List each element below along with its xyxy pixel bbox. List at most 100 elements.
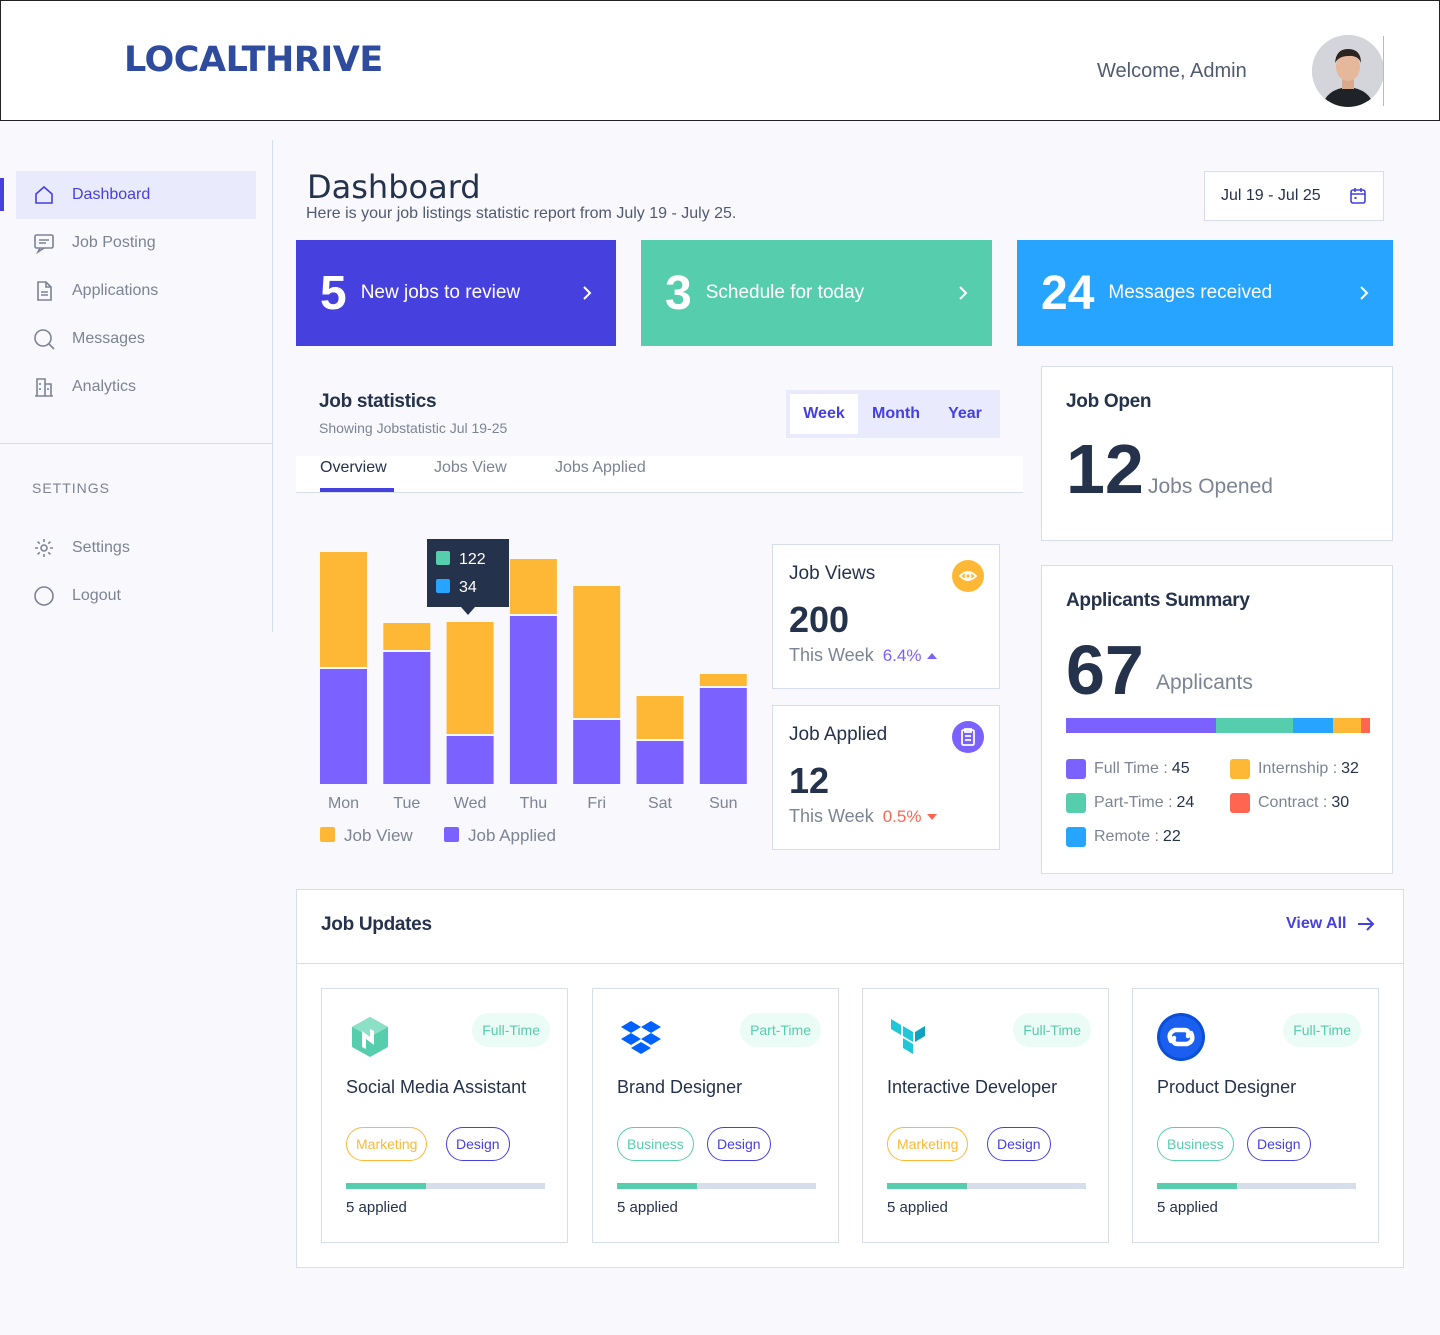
tooltip-swatch bbox=[436, 579, 450, 593]
gear-icon bbox=[35, 539, 53, 557]
sidebar-item-messages[interactable]: Messages bbox=[16, 315, 256, 363]
applied-progress-fill bbox=[1157, 1183, 1237, 1189]
tooltip-value-applied: 34 bbox=[459, 579, 477, 596]
view-all-label: View All bbox=[1286, 915, 1347, 932]
stat-card-new-jobs[interactable]: 5 New jobs to review bbox=[296, 240, 616, 346]
tag-business: Business bbox=[617, 1127, 694, 1161]
sidebar-item-label: Job Posting bbox=[72, 234, 156, 251]
date-range-label: Jul 19 - Jul 25 bbox=[1221, 187, 1321, 204]
view-all-link[interactable]: View All bbox=[1286, 915, 1376, 933]
range-year[interactable]: Year bbox=[934, 394, 996, 434]
applicants-summary-title: Applicants Summary bbox=[1066, 590, 1250, 611]
avatar[interactable] bbox=[1312, 35, 1384, 107]
legend-swatch bbox=[320, 827, 335, 842]
nomad-logo-icon bbox=[352, 1017, 388, 1057]
tab-jobs-view[interactable]: Jobs View bbox=[434, 459, 507, 477]
sidebar-item-job-posting[interactable]: Job Posting bbox=[16, 219, 256, 267]
stat-label: Messages received bbox=[1108, 282, 1273, 303]
job-updates-title: Job Updates bbox=[321, 914, 432, 935]
bar-job-applied bbox=[383, 652, 431, 784]
arrow-up-icon bbox=[927, 653, 938, 659]
message-icon bbox=[34, 234, 54, 254]
job-card-product-designer[interactable]: Full-Time Product Designer Business Desi… bbox=[1132, 988, 1379, 1243]
legend-part-time: Part-Time :24 bbox=[1066, 793, 1194, 813]
sidebar-item-logout[interactable]: Logout bbox=[16, 572, 256, 620]
legend-label: Job Applied bbox=[468, 826, 556, 845]
sidebar-item-label: Applications bbox=[72, 282, 159, 299]
legend-swatch bbox=[1066, 793, 1086, 813]
active-tab-underline bbox=[320, 488, 394, 492]
x-tick-label: Tue bbox=[393, 795, 420, 812]
app-logo[interactable]: LOCALTHRIVE bbox=[124, 40, 383, 80]
job-applied-card: Job Applied 12 This Week 0.5% bbox=[772, 705, 1000, 850]
job-title: Interactive Developer bbox=[887, 1077, 1058, 1097]
job-views-title: Job Views bbox=[789, 563, 876, 584]
sidebar-item-label: Dashboard bbox=[72, 186, 151, 203]
job-card-social-media-assistant[interactable]: Full-Time Social Media Assistant Marketi… bbox=[321, 988, 568, 1243]
range-week[interactable]: Week bbox=[790, 394, 858, 434]
segment-internship bbox=[1333, 718, 1361, 733]
job-views-change-row: This Week 6.4% bbox=[789, 645, 938, 666]
job-applied-change-row: This Week 0.5% bbox=[789, 806, 938, 827]
bar-job-applied bbox=[636, 741, 684, 784]
tag-marketing: Marketing bbox=[346, 1127, 428, 1161]
job-statistics-subtitle: Showing Jobstatistic Jul 19-25 bbox=[319, 420, 508, 436]
tag-design: Design bbox=[446, 1127, 510, 1161]
tag-design: Design bbox=[707, 1127, 771, 1161]
job-title: Product Designer bbox=[1157, 1077, 1297, 1097]
job-applied-change: 0.5% bbox=[882, 807, 922, 826]
job-title: Brand Designer bbox=[617, 1077, 743, 1097]
stat-card-messages[interactable]: 24 Messages received bbox=[1017, 240, 1393, 346]
legend-full-time: Full Time :45 bbox=[1066, 759, 1190, 779]
stat-label: Schedule for today bbox=[705, 282, 865, 303]
sidebar-item-label: Messages bbox=[72, 330, 145, 347]
bar-job-applied bbox=[446, 736, 494, 784]
terraform-logo-icon bbox=[891, 1019, 925, 1054]
job-card-brand-designer[interactable]: Part-Time Brand Designer Business Design… bbox=[592, 988, 839, 1243]
stat-card-schedule[interactable]: 3 Schedule for today bbox=[641, 240, 992, 346]
chevron-right-icon bbox=[583, 286, 592, 300]
range-month[interactable]: Month bbox=[862, 394, 930, 434]
bar-job-applied bbox=[573, 720, 621, 784]
x-tick-label: Wed bbox=[454, 795, 487, 812]
sidebar-item-label: Settings bbox=[72, 539, 130, 556]
legend-value: 45 bbox=[1171, 760, 1190, 777]
applied-progress bbox=[617, 1183, 816, 1189]
segment-contract bbox=[1361, 718, 1370, 733]
tag-marketing: Marketing bbox=[887, 1127, 969, 1161]
job-open-card: Job Open 12 Jobs Opened bbox=[1041, 366, 1393, 541]
stat-number: 5 bbox=[320, 266, 347, 320]
segment-part-time bbox=[1216, 718, 1293, 733]
job-views-change: 6.4% bbox=[882, 646, 922, 665]
legend-swatch bbox=[1230, 759, 1250, 779]
applied-progress bbox=[346, 1183, 545, 1189]
job-views-value: 200 bbox=[789, 599, 850, 640]
sidebar-item-settings[interactable]: Settings bbox=[16, 524, 256, 572]
tab-jobs-applied[interactable]: Jobs Applied bbox=[555, 459, 646, 477]
clipboard-icon bbox=[952, 721, 984, 753]
stat-label: New jobs to review bbox=[360, 282, 521, 303]
sidebar-item-dashboard[interactable]: Dashboard bbox=[16, 171, 256, 219]
bar-job-view bbox=[699, 674, 747, 686]
bar-job-view bbox=[446, 622, 494, 734]
job-type-badge: Full-Time bbox=[1013, 1013, 1091, 1047]
applicants-value: 67 bbox=[1066, 631, 1144, 709]
applied-progress-fill bbox=[617, 1183, 697, 1189]
date-range-picker[interactable]: Jul 19 - Jul 25 bbox=[1204, 171, 1384, 221]
job-card-interactive-developer[interactable]: Full-Time Interactive Developer Marketin… bbox=[862, 988, 1109, 1243]
sidebar-item-applications[interactable]: Applications bbox=[16, 267, 256, 315]
tab-overview[interactable]: Overview bbox=[320, 459, 387, 477]
building-icon bbox=[35, 378, 53, 397]
tag-design: Design bbox=[1247, 1127, 1311, 1161]
sidebar-item-analytics[interactable]: Analytics bbox=[16, 363, 256, 411]
applicants-summary-card: Applicants Summary 67 Applicants Full Ti… bbox=[1041, 565, 1393, 874]
stat-number: 24 bbox=[1041, 266, 1095, 320]
job-type-badge: Part-Time bbox=[740, 1013, 821, 1047]
bar-job-view bbox=[509, 559, 557, 614]
applied-progress bbox=[1157, 1183, 1356, 1189]
job-open-label: Jobs Opened bbox=[1148, 475, 1273, 498]
bar-job-view bbox=[320, 552, 367, 667]
legend-label: Job View bbox=[344, 826, 413, 845]
home-icon bbox=[35, 185, 53, 204]
job-views-card: Job Views 200 This Week 6.4% bbox=[772, 544, 1000, 689]
